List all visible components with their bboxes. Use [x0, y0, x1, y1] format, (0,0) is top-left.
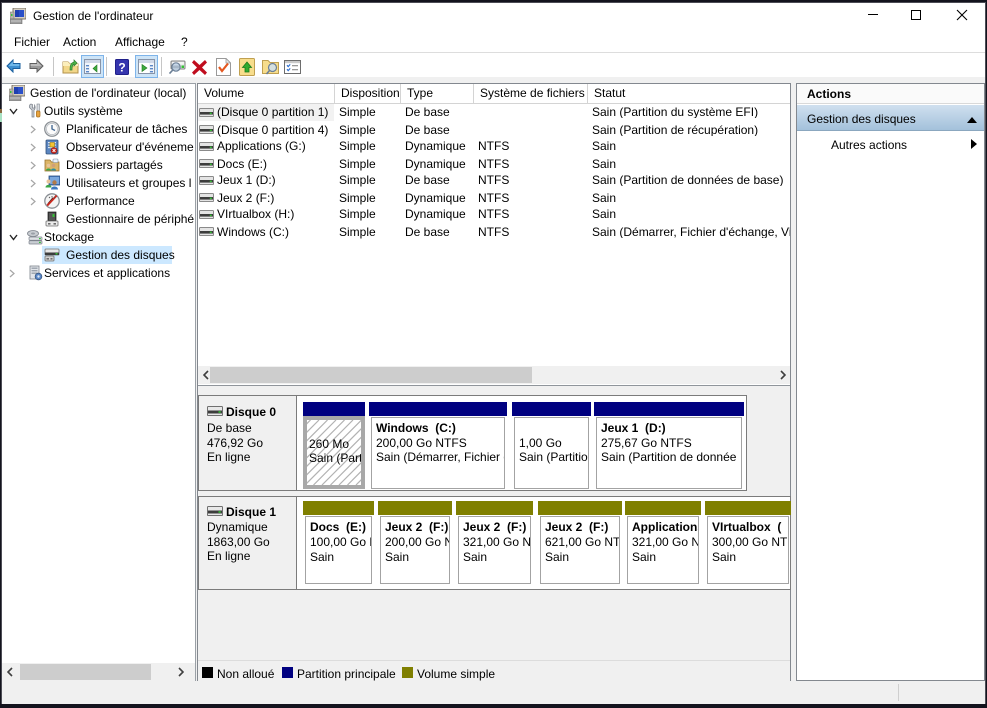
- svg-text:?: ?: [118, 61, 125, 75]
